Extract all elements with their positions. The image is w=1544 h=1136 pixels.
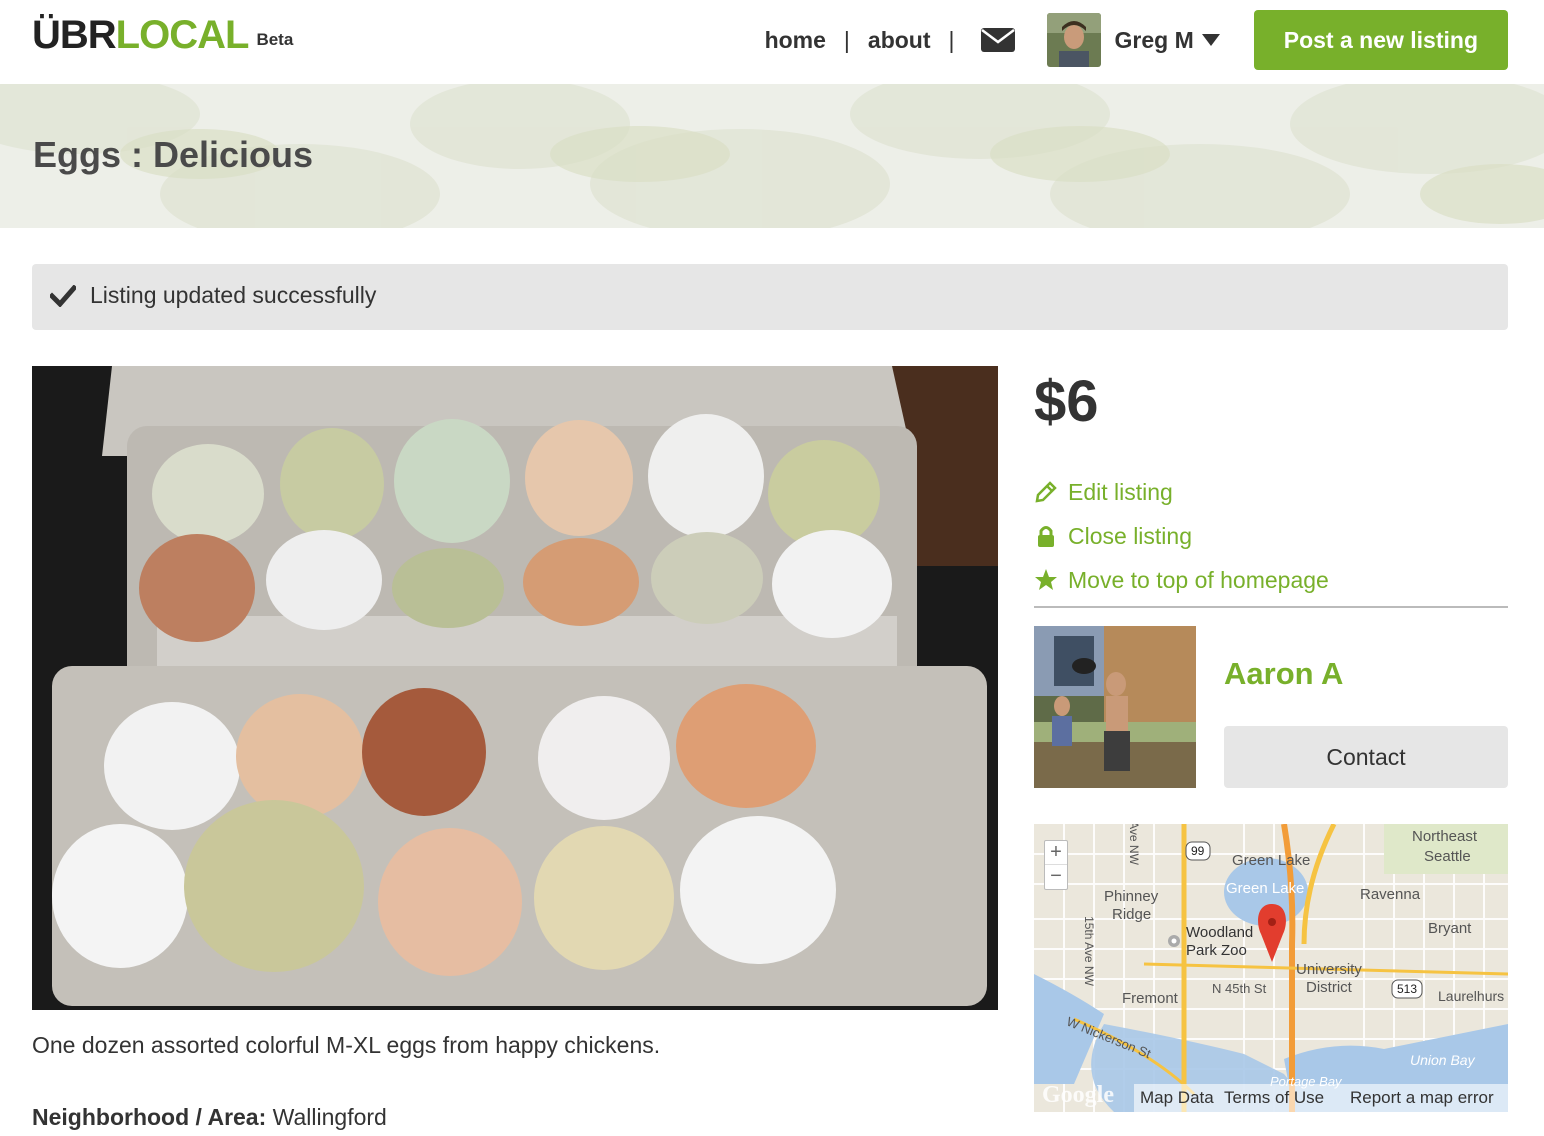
logo-text-ubr: ÜBR [32,13,117,57]
nav-about-link[interactable]: about [868,27,931,54]
move-to-top-label: Move to top of homepage [1068,566,1329,593]
post-new-listing-button[interactable]: Post a new listing [1253,10,1508,70]
map-label: Union Bay [1410,1052,1475,1068]
nav-separator: | [948,26,955,53]
map-label: Ridge [1112,906,1152,923]
seller-avatar[interactable] [1034,626,1196,788]
google-logo[interactable]: Google [1042,1082,1114,1109]
listing-description: One dozen assorted colorful M-XL eggs fr… [32,1032,661,1058]
edit-listing-link[interactable]: Edit listing [1034,477,1173,507]
map-label: Northeast [1412,828,1478,845]
map-label: Green Lake [1232,852,1311,869]
map-label: Woodland [1186,924,1254,941]
checkmark-icon [50,285,76,307]
flash-notice: Listing updated successfully [32,264,1508,330]
map-label: Bryant [1428,920,1472,937]
map-zoom-control: + − [1044,840,1068,890]
site-header: ÜBR LOCAL Beta home | about | Greg M Pos… [0,0,1544,84]
site-logo[interactable]: ÜBR LOCAL Beta [32,12,293,58]
lock-icon [1038,526,1054,547]
envelope-icon[interactable] [980,28,1015,52]
neighborhood-label: Neighborhood / Area: [32,1104,267,1130]
map-label: Park Zoo [1186,942,1247,959]
logo-text-local: LOCAL [115,13,250,57]
map-footer: Google Map Data Terms of Use Report a ma… [1034,1078,1508,1112]
beta-badge: Beta [256,30,294,49]
zoom-in-button[interactable]: + [1045,841,1067,865]
map-highway-shield: 513 [1397,982,1418,996]
star-icon [1035,569,1057,590]
map-highway-shield: 99 [1191,844,1205,858]
move-to-top-link[interactable]: Move to top of homepage [1034,565,1329,595]
map-data-link[interactable]: Map Data [1140,1088,1214,1108]
zoom-out-button[interactable]: − [1045,865,1067,889]
flash-message: Listing updated successfully [90,282,377,308]
nav-home-link[interactable]: home [765,27,826,54]
sidebar-divider [1034,606,1508,608]
chevron-down-icon[interactable] [1201,34,1220,46]
edit-listing-label: Edit listing [1068,478,1173,505]
map-label: District [1306,979,1352,996]
listing-neighborhood: Neighborhood / Area: Wallingford [32,1104,387,1131]
terms-of-use-link[interactable]: Terms of Use [1224,1088,1324,1108]
report-map-error-link[interactable]: Report a map error [1350,1088,1494,1108]
neighborhood-value: Wallingford [272,1104,387,1130]
close-listing-link[interactable]: Close listing [1034,521,1192,551]
close-listing-label: Close listing [1068,522,1192,549]
map-label: Fremont [1122,990,1178,1007]
page-banner: Eggs : Delicious [0,84,1544,228]
map-label: Seattle [1424,848,1471,865]
location-map[interactable]: Northeast Seattle Green Lake Green Lake … [1034,824,1508,1112]
contact-button[interactable]: Contact [1224,726,1508,788]
nav-separator: | [843,26,850,53]
page-title: Eggs : Delicious [33,134,314,175]
map-label: Ravenna [1360,886,1421,903]
map-label: Green Lake [1226,880,1305,897]
map-label: Ave NW [1126,824,1141,865]
listing-photo[interactable] [32,366,998,1010]
user-menu-name[interactable]: Greg M [1115,27,1194,54]
listing-price: $6 [1034,369,1099,434]
map-label: N 45th St [1212,981,1267,996]
top-nav: home | about | Greg M Post a new listing [765,10,1508,70]
pencil-icon [1035,481,1057,503]
map-label: 15th Ave NW [1081,916,1096,986]
user-avatar[interactable] [1046,13,1101,67]
map-label: University [1296,961,1362,978]
map-label: Laurelhurs [1438,988,1505,1004]
map-label: Phinney [1104,888,1159,905]
seller-name-link[interactable]: Aaron A [1224,656,1343,692]
